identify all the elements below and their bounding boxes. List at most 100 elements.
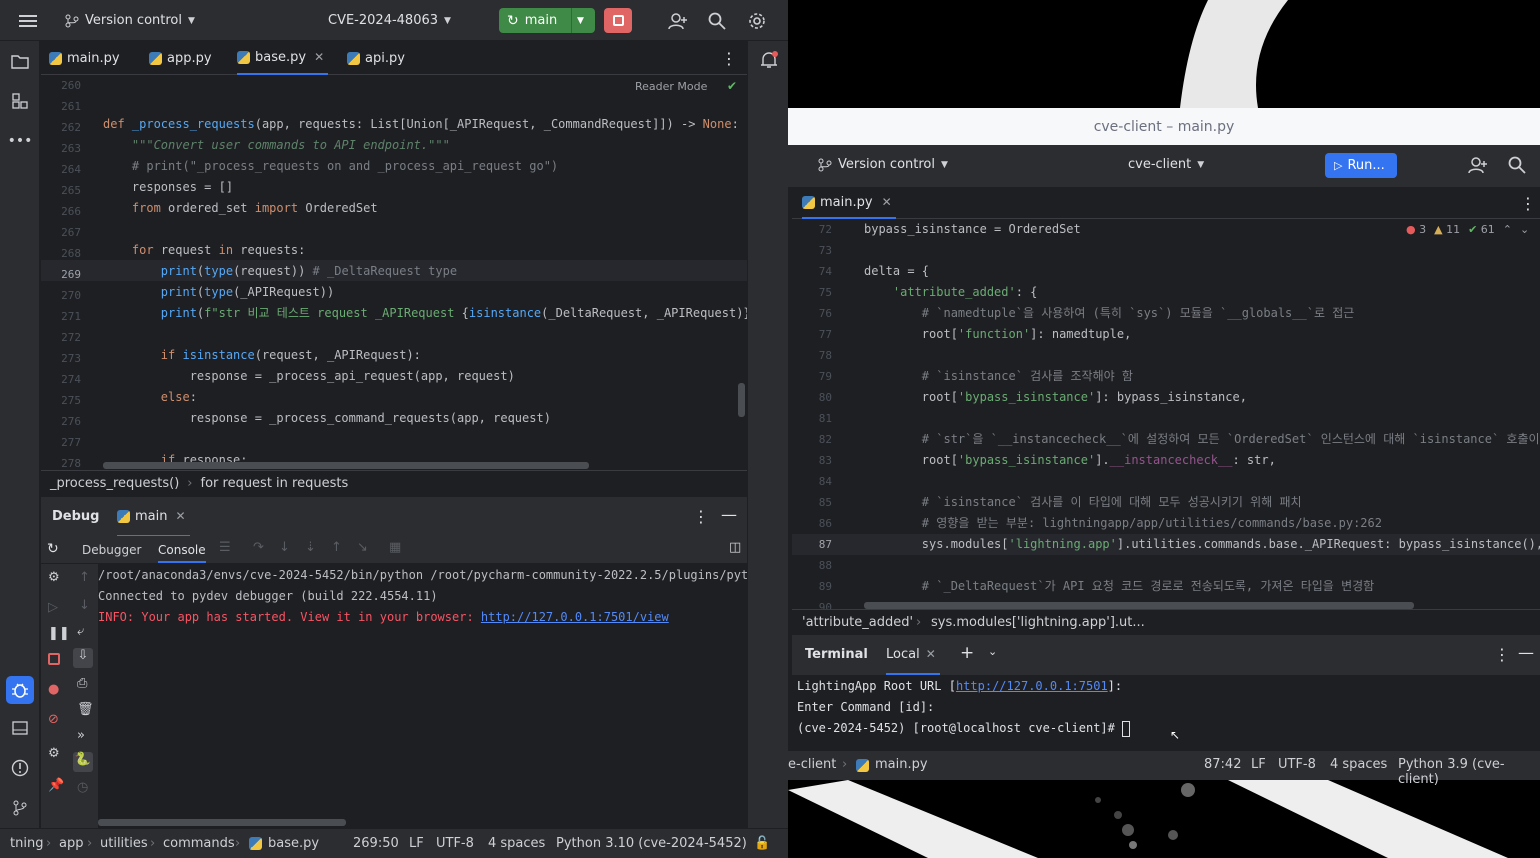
close-icon[interactable]: ✕ [882, 195, 892, 209]
close-icon[interactable]: ✕ [175, 509, 185, 523]
inspection-widget[interactable]: ● 3 ▲ 11 ✔ 61 ⌃ ⌄ [1406, 223, 1529, 236]
git-icon[interactable] [8, 796, 32, 820]
run-button[interactable]: ▷ Run... [1325, 153, 1397, 178]
problems-icon[interactable] [8, 756, 32, 780]
more-vertical-icon[interactable]: ⋮ [721, 41, 737, 75]
resume-icon[interactable]: ▷ [48, 600, 58, 615]
add-user-icon[interactable] [668, 0, 688, 41]
tab-local[interactable]: Local ✕ [886, 635, 940, 675]
status-path-0[interactable]: tning [10, 836, 43, 851]
reader-mode-toggle[interactable]: Reader Mode [635, 80, 707, 93]
breadcrumb-key[interactable]: 'attribute_added' [802, 615, 913, 630]
search-icon[interactable] [1508, 156, 1526, 178]
step-out-icon[interactable]: ↑ [331, 540, 342, 555]
more-icon[interactable]: ••• [8, 129, 33, 153]
terminal-icon[interactable] [8, 716, 32, 740]
project-widget[interactable]: cve-client ▼ [1128, 157, 1204, 172]
mute-breakpoints-icon[interactable]: ⊘ [48, 712, 59, 727]
print-icon[interactable]: ⎙ [77, 676, 87, 691]
folder-icon[interactable] [8, 49, 32, 73]
tab-app-py[interactable]: app.py [149, 41, 212, 75]
chevron-down-icon[interactable]: ⌄ [988, 645, 997, 658]
notifications-icon[interactable] [760, 51, 778, 73]
more-vertical-icon[interactable]: ⋮ [1520, 187, 1536, 219]
breadcrumb-function[interactable]: _process_requests() [50, 476, 179, 491]
app-url-link[interactable]: http://127.0.0.1:7501/view [481, 610, 669, 624]
soft-wrap-icon[interactable]: ⤶ [77, 624, 84, 639]
status-path-1[interactable]: app [59, 836, 83, 851]
minimize-icon[interactable]: — [721, 505, 737, 524]
trash-icon[interactable]: 🗑 [77, 702, 94, 717]
tab-main-py[interactable]: main.py [49, 41, 120, 75]
add-user-icon[interactable] [1468, 156, 1488, 178]
execute-icon[interactable]: » [77, 728, 85, 743]
structure-icon[interactable] [8, 89, 32, 113]
run-config-button[interactable]: ↻ main ▼ [499, 8, 595, 33]
vcs-widget[interactable]: Version control ▼ [65, 0, 195, 41]
history-icon[interactable]: ◷ [77, 780, 88, 795]
horizontal-scrollbar[interactable] [103, 462, 589, 469]
scroll-to-end-icon[interactable]: ⇩ [73, 648, 93, 668]
arrow-up-icon[interactable]: ↑ [79, 570, 90, 585]
debug-console[interactable]: /root/anaconda3/envs/cve-2024-5452/bin/p… [98, 564, 747, 828]
settings-icon[interactable]: ⚙ [48, 570, 60, 585]
search-icon[interactable] [708, 0, 726, 41]
lock-icon[interactable]: 🔓 [754, 836, 770, 851]
step-into-icon[interactable]: ↓ [279, 540, 290, 555]
tab-base-py[interactable]: base.py ✕ [237, 41, 329, 75]
code-editor[interactable]: ● 3 ▲ 11 ✔ 61 ⌃ ⌄ 72 73 74 75 76 77 78 7… [792, 219, 1540, 609]
run-to-cursor-icon[interactable]: ↘ [357, 540, 368, 555]
debug-icon[interactable] [6, 676, 34, 704]
status-path-0[interactable]: e-client [788, 757, 836, 772]
layout-icon[interactable]: ◫ [729, 540, 741, 555]
code-editor[interactable]: Reader Mode ✔ 260 261 262 263 264 265 26… [41, 75, 747, 470]
line-separator[interactable]: LF [409, 836, 424, 851]
rerun-icon[interactable]: ↻ [47, 541, 59, 557]
status-path-2[interactable]: utilities [100, 836, 148, 851]
stop-button[interactable] [604, 8, 632, 33]
tab-debugger[interactable]: Debugger [82, 543, 141, 557]
gear-icon[interactable] [748, 0, 766, 41]
caret-position[interactable]: 269:50 [353, 836, 399, 851]
chevron-up-icon[interactable]: ⌃ [1503, 223, 1512, 236]
terminal-panel[interactable]: Terminal Local ✕ + ⌄ ⋮ — LightingApp Roo… [792, 635, 1540, 751]
more-vertical-icon[interactable]: ⋮ [693, 507, 709, 526]
file-encoding[interactable]: UTF-8 [436, 836, 474, 851]
vertical-scrollbar[interactable] [738, 383, 745, 417]
status-path-3[interactable]: commands [163, 836, 235, 851]
tab-api-py[interactable]: api.py [347, 41, 405, 75]
plus-icon[interactable]: + [960, 643, 974, 663]
close-icon[interactable]: ✕ [314, 50, 324, 64]
arrow-down-icon[interactable]: ↓ [79, 598, 90, 613]
settings-icon[interactable]: ⚙ [48, 746, 60, 761]
hamburger-menu-icon[interactable] [19, 0, 37, 41]
root-url-link[interactable]: http://127.0.0.1:7501 [956, 679, 1108, 693]
tab-debug-main[interactable]: main ✕ [117, 497, 190, 537]
minimize-icon[interactable]: — [1518, 643, 1534, 662]
interpreter[interactable]: Python 3.9 (cve-client) [1398, 757, 1540, 787]
step-over-icon[interactable]: ↷ [253, 540, 264, 555]
status-path-4[interactable]: base.py [268, 836, 319, 851]
breakpoints-icon[interactable]: ● [48, 682, 59, 697]
pause-icon[interactable]: ❚❚ [48, 626, 70, 641]
list-icon[interactable]: ☰ [219, 540, 231, 555]
close-icon[interactable]: ✕ [926, 647, 936, 661]
pin-icon[interactable]: 📌 [48, 778, 64, 793]
vcs-widget[interactable]: Version control ▼ [818, 157, 948, 172]
caret-position[interactable]: 87:42 [1204, 757, 1241, 772]
horizontal-scrollbar[interactable] [864, 602, 1414, 609]
status-path-1[interactable]: main.py [875, 757, 928, 772]
tab-main-py[interactable]: main.py ✕ [802, 187, 896, 219]
tab-console[interactable]: Console [158, 543, 206, 563]
line-separator[interactable]: LF [1251, 757, 1266, 772]
project-widget[interactable]: CVE-2024-48063 ▼ [328, 0, 451, 41]
stop-icon[interactable] [48, 653, 60, 665]
breadcrumb-expression[interactable]: sys.modules['lightning.app'].ut... [931, 615, 1145, 630]
table-icon[interactable]: ▦ [389, 540, 401, 555]
breadcrumb-loop[interactable]: for request in requests [201, 476, 349, 491]
indent-setting[interactable]: 4 spaces [1330, 757, 1387, 772]
interpreter[interactable]: Python 3.10 (cve-2024-5452) [556, 836, 747, 851]
more-vertical-icon[interactable]: ⋮ [1494, 645, 1510, 664]
indent-setting[interactable]: 4 spaces [488, 836, 545, 851]
chevron-down-icon[interactable]: ⌄ [1520, 223, 1529, 236]
